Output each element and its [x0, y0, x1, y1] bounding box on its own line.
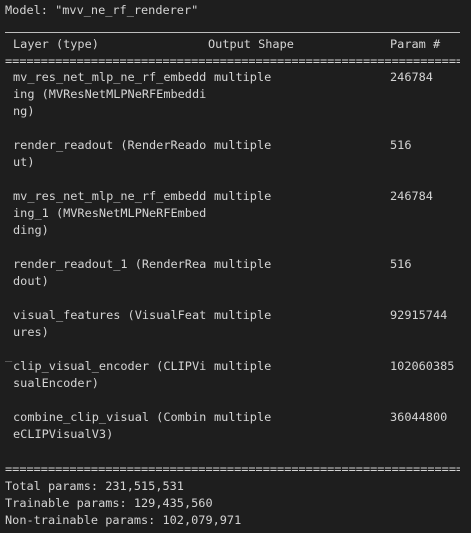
layer-output-shape: multiple — [214, 359, 272, 373]
top-divider — [5, 32, 460, 33]
layer-param-count: 92915744 — [390, 308, 448, 322]
header-double-divider: ========================================… — [5, 54, 460, 68]
layer-name-line: ures) — [13, 325, 49, 339]
layer-output-shape: multiple — [214, 70, 272, 84]
layer-output-shape: multiple — [214, 189, 272, 203]
layer-param-count: 246784 — [390, 70, 433, 84]
total-params: Total params: 231,515,531 — [5, 479, 184, 493]
header-param-count: Param # — [390, 37, 441, 51]
layer-name-line: ng) — [13, 104, 35, 118]
layer-output-shape: multiple — [214, 308, 272, 322]
layer-output-shape: multiple — [214, 138, 272, 152]
layer-name-line: dout) — [13, 274, 49, 288]
layer-name-line: eCLIPVisualV3) — [13, 427, 114, 441]
layer-output-shape: multiple — [214, 257, 272, 271]
layer-name-line: ut) — [13, 155, 35, 169]
header-layer-type: Layer (type) — [13, 37, 99, 51]
row-marker: _ — [5, 348, 13, 362]
layer-name-line: combine_clip_visual (Combin — [13, 410, 207, 424]
layer-param-count: 516 — [390, 257, 412, 271]
model-name-line: Model: "mvv_ne_rf_renderer" — [5, 3, 199, 17]
layer-name-line: mv_res_net_mlp_ne_rf_embedd — [13, 189, 207, 203]
header-output-shape: Output Shape — [208, 37, 294, 51]
layer-name-line: clip_visual_encoder (CLIPVi — [13, 359, 207, 373]
layer-output-shape: multiple — [214, 410, 272, 424]
layer-name-line: ding) — [13, 223, 49, 237]
layer-name-line: ing_1 (MVResNetMLPNeRFEmbed — [13, 206, 207, 220]
layer-name-line: render_readout (RenderReado — [13, 138, 207, 152]
layer-param-count: 246784 — [390, 189, 433, 203]
layer-name-line: ing (MVResNetMLPNeRFEmbeddi — [13, 87, 207, 101]
non-trainable-params: Non-trainable params: 102,079,971 — [5, 513, 242, 527]
layer-name-line: render_readout_1 (RenderRea — [13, 257, 207, 271]
layer-name-line: mv_res_net_mlp_ne_rf_embedd — [13, 70, 207, 84]
trainable-params: Trainable params: 129,435,560 — [5, 496, 213, 510]
layer-name-line: visual_features (VisualFeat — [13, 308, 207, 322]
layer-param-count: 516 — [390, 138, 412, 152]
layer-param-count: 36044800 — [390, 410, 448, 424]
footer-double-divider: ========================================… — [5, 462, 460, 476]
layer-param-count: 102060385 — [390, 359, 455, 373]
layer-name-line: sualEncoder) — [13, 376, 99, 390]
